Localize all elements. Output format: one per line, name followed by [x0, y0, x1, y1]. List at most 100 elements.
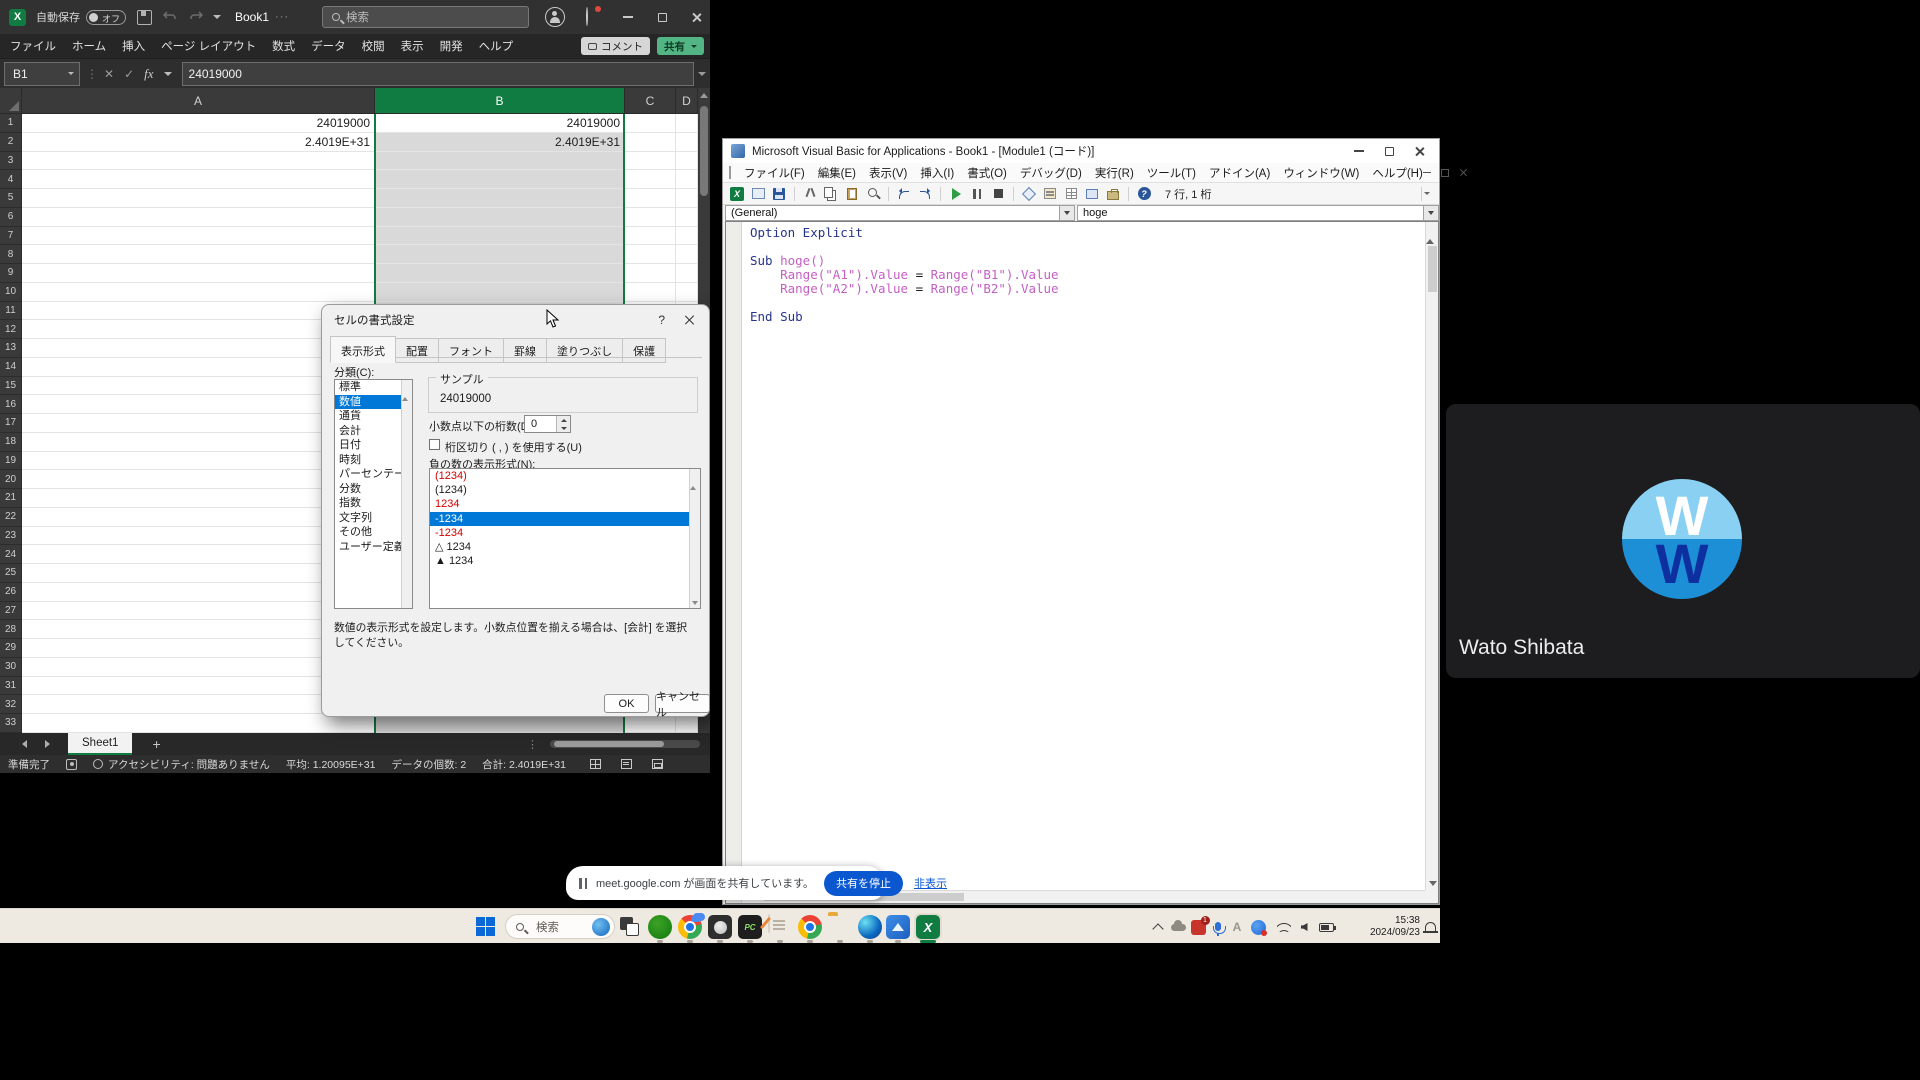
vba-minimize-button[interactable]: [1351, 143, 1367, 159]
cell-B5[interactable]: [375, 189, 625, 208]
cell-A2[interactable]: 2.4019E+31: [22, 133, 375, 152]
status-accessibility[interactable]: アクセシビリティ: 問題ありません: [108, 757, 270, 772]
share-button[interactable]: 共有: [657, 37, 704, 55]
vba-menu-アドイン(A)[interactable]: アドイン(A): [1209, 165, 1270, 181]
negative-format-listbox[interactable]: (1234)(1234)1234-1234-1234△ 1234▲ 1234: [429, 468, 701, 609]
design-mode-icon[interactable]: [1021, 186, 1037, 202]
run-icon[interactable]: [948, 186, 964, 202]
page-break-view-icon[interactable]: [652, 759, 663, 769]
object-browser-icon[interactable]: [1084, 186, 1100, 202]
ok-button[interactable]: OK: [604, 694, 649, 713]
object-dropdown[interactable]: (General): [725, 205, 1075, 221]
decimal-places-input[interactable]: 0: [524, 415, 571, 433]
row-header-19[interactable]: 19: [0, 452, 22, 471]
mdi-close-icon[interactable]: [1459, 168, 1468, 177]
taskbar-app-edge[interactable]: [858, 915, 882, 939]
document-title[interactable]: Book1: [235, 10, 269, 24]
taskbar-app-chrome-remote-desktop[interactable]: [678, 915, 702, 939]
vba-menu-書式(O)[interactable]: 書式(O): [967, 165, 1007, 181]
cell-C2[interactable]: [625, 133, 676, 152]
hidden-icons-chevron-icon[interactable]: [1150, 919, 1166, 935]
negative-option-2[interactable]: 1234: [430, 497, 700, 511]
save-icon[interactable]: [771, 186, 787, 202]
code-pane[interactable]: Option Explicit Sub hoge() Range("A1").V…: [725, 221, 1439, 904]
comments-button[interactable]: コメント: [581, 37, 650, 55]
scroll-down-icon[interactable]: [692, 601, 698, 605]
cell-A33[interactable]: [22, 714, 375, 733]
negative-option-0[interactable]: (1234): [430, 469, 700, 483]
formula-input[interactable]: 24019000: [182, 62, 694, 86]
cut-icon[interactable]: [802, 186, 818, 202]
normal-view-icon[interactable]: [590, 759, 601, 769]
ribbon-tab-ページ レイアウト[interactable]: ページ レイアウト: [161, 38, 256, 54]
row-header-8[interactable]: 8: [0, 245, 22, 264]
cell-D6[interactable]: [676, 208, 698, 227]
row-header-4[interactable]: 4: [0, 170, 22, 189]
ribbon-tab-ホーム[interactable]: ホーム: [72, 38, 106, 54]
scrollbar-thumb[interactable]: [1428, 246, 1437, 292]
find-icon[interactable]: [865, 186, 881, 202]
scroll-up-icon[interactable]: [700, 93, 708, 98]
cell-C7[interactable]: [625, 227, 676, 246]
next-sheet-icon[interactable]: [45, 740, 50, 748]
cell-C4[interactable]: [625, 170, 676, 189]
negative-option-6[interactable]: ▲ 1234: [430, 554, 700, 568]
row-header-10[interactable]: 10: [0, 283, 22, 302]
dropdown-chevron-icon[interactable]: [1423, 206, 1438, 220]
ribbon-tab-表示[interactable]: 表示: [401, 38, 424, 54]
cell-B1[interactable]: 24019000: [375, 114, 625, 133]
vba-menu-挿入(I)[interactable]: 挿入(I): [920, 165, 954, 181]
cell-C8[interactable]: [625, 245, 676, 264]
row-header-21[interactable]: 21: [0, 489, 22, 508]
row-header-33[interactable]: 33: [0, 714, 22, 733]
confirm-entry-icon[interactable]: ✓: [124, 67, 134, 81]
row-header-22[interactable]: 22: [0, 508, 22, 527]
taskbar-search[interactable]: 検索: [505, 914, 615, 939]
cell-D4[interactable]: [676, 170, 698, 189]
cell-C10[interactable]: [625, 283, 676, 302]
row-header-1[interactable]: 1: [0, 114, 22, 133]
cell-D10[interactable]: [676, 283, 698, 302]
row-header-20[interactable]: 20: [0, 470, 22, 489]
insert-function-icon[interactable]: fx: [144, 66, 153, 82]
taskbar-app-xbox-game-bar[interactable]: [708, 915, 732, 939]
vba-menu-表示(V)[interactable]: 表示(V): [869, 165, 907, 181]
ribbon-tab-ヘルプ[interactable]: ヘルプ: [479, 38, 514, 54]
horizontal-scrollbar[interactable]: [550, 740, 700, 748]
negative-option-5[interactable]: △ 1234: [430, 540, 700, 554]
cell-C6[interactable]: [625, 208, 676, 227]
row-header-29[interactable]: 29: [0, 639, 22, 658]
toolbar-options-icon[interactable]: [1421, 187, 1431, 201]
cell-B4[interactable]: [375, 170, 625, 189]
scrollbar-dots-icon[interactable]: ⋮: [527, 738, 538, 751]
cell-D3[interactable]: [676, 152, 698, 171]
mdi-restore-icon[interactable]: [1441, 169, 1449, 177]
cell-D7[interactable]: [676, 227, 698, 246]
cell-D2[interactable]: [676, 133, 698, 152]
qat-customize-chevron-icon[interactable]: [213, 15, 221, 19]
cell-A9[interactable]: [22, 264, 375, 283]
thousands-separator-label[interactable]: 桁区切り ( , ) を使用する(U): [445, 439, 582, 455]
dropdown-chevron-icon[interactable]: [1059, 206, 1074, 220]
undo-icon[interactable]: [896, 186, 912, 202]
name-box[interactable]: B1: [4, 62, 80, 86]
spin-down-icon[interactable]: [557, 424, 570, 432]
properties-icon[interactable]: [1063, 186, 1079, 202]
negative-option-3[interactable]: -1234: [430, 512, 700, 526]
ribbon-tab-ファイル[interactable]: ファイル: [10, 38, 56, 54]
taskbar-app-photos[interactable]: [886, 915, 910, 939]
hide-banner-link[interactable]: 非表示: [914, 875, 947, 891]
row-header-31[interactable]: 31: [0, 677, 22, 696]
onedrive-cloud-icon[interactable]: [1170, 919, 1186, 935]
spin-up-icon[interactable]: [557, 416, 570, 424]
row-header-6[interactable]: 6: [0, 208, 22, 227]
code-vertical-scrollbar[interactable]: [1425, 222, 1438, 890]
row-header-17[interactable]: 17: [0, 414, 22, 433]
dialog-tab-表示形式[interactable]: 表示形式: [330, 336, 396, 363]
vba-menu-ツール(T)[interactable]: ツール(T): [1147, 165, 1196, 181]
sheet-tab-sheet1[interactable]: Sheet1: [68, 733, 132, 755]
category-scrollbar[interactable]: [401, 380, 412, 608]
close-button[interactable]: [684, 5, 708, 29]
taskbar-app-journal[interactable]: [768, 915, 792, 939]
title-ellipsis-icon[interactable]: ···: [275, 11, 289, 23]
